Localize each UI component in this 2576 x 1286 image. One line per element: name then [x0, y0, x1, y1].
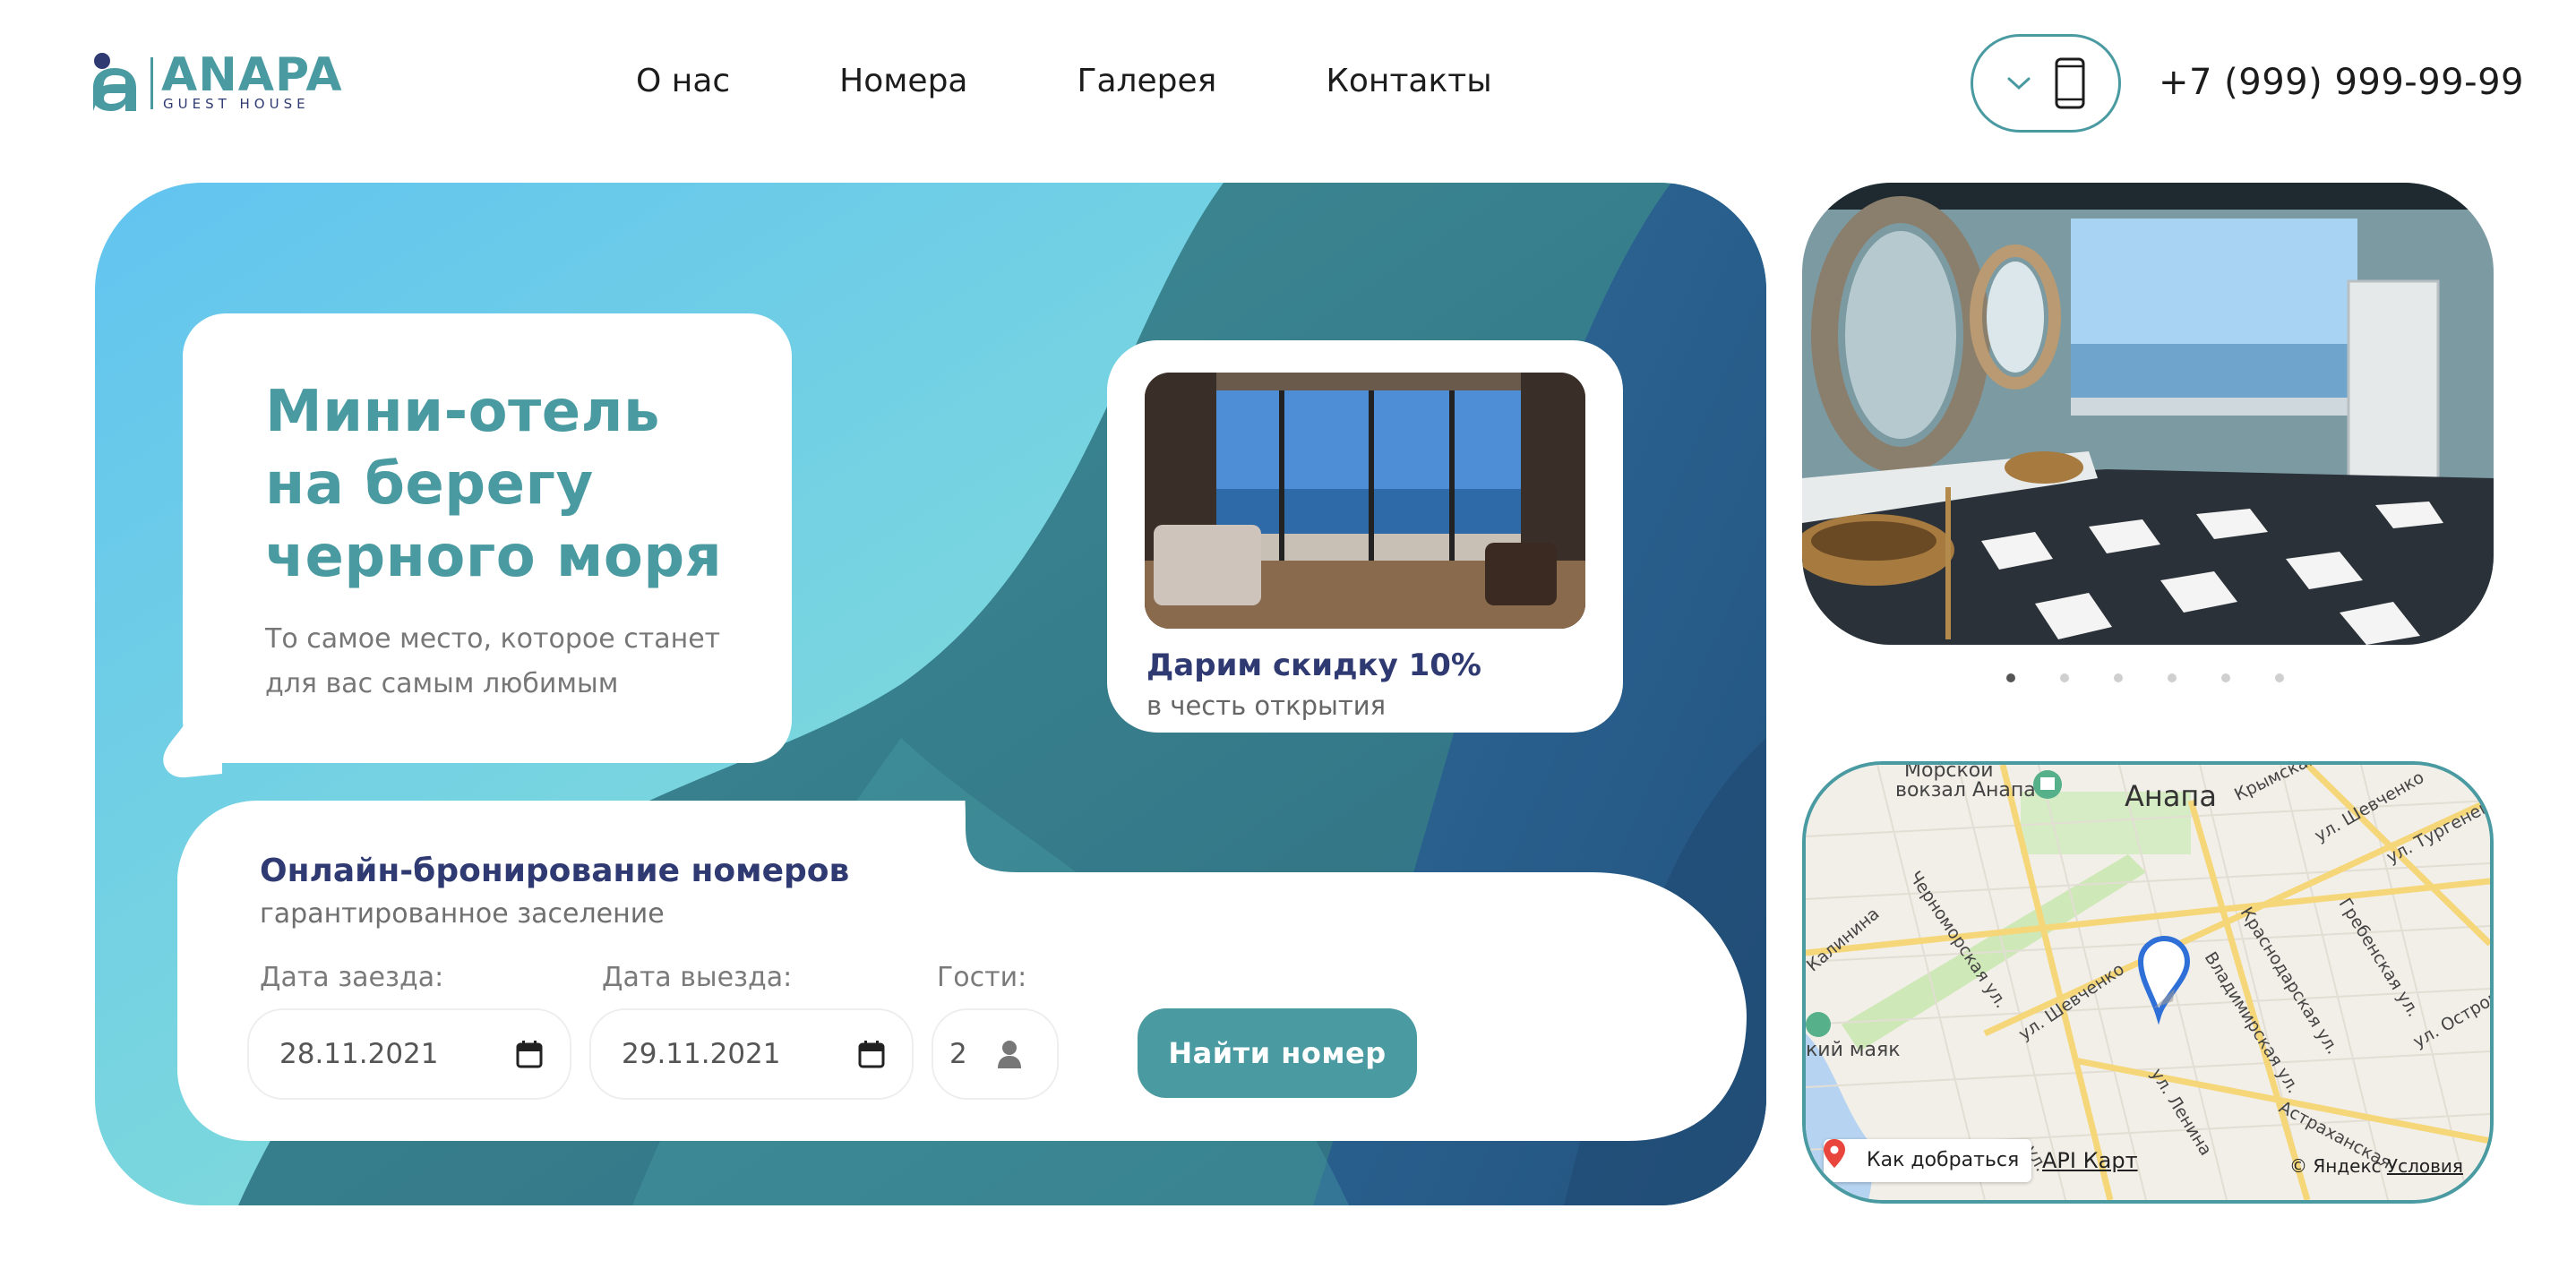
map-route-label: Как добраться	[1867, 1149, 2020, 1171]
nav-item-about[interactable]: О нас	[636, 59, 730, 104]
nav-item-contacts[interactable]: Контакты	[1326, 59, 1491, 104]
promo-subtitle: в честь открытия	[1146, 690, 1387, 721]
map-copyright: © Яндекс Условия	[2289, 1155, 2463, 1177]
phone-dropdown-button[interactable]	[1971, 34, 2121, 133]
chevron-down-icon	[2007, 77, 2031, 90]
mobile-phone-icon	[2055, 57, 2085, 109]
map-poi-label: кий маяк	[1806, 1039, 1901, 1061]
gallery-photo[interactable]	[1802, 183, 2494, 645]
gallery-dot-3[interactable]	[2114, 673, 2123, 682]
hero-title: Мини-отель на берегу черного моря	[265, 379, 723, 590]
gallery-dot-6[interactable]	[2275, 673, 2284, 682]
gallery-dot-2[interactable]	[2060, 673, 2069, 682]
gallery-dot-4[interactable]	[2168, 673, 2177, 682]
intro-card: Мини-отель на берегу черного моря То сам…	[183, 313, 792, 763]
guests-input[interactable]: 2	[932, 1008, 1059, 1100]
map-city-label: Анапа	[2125, 779, 2217, 813]
guests-label: Гости:	[937, 962, 1027, 993]
checkout-date-input[interactable]: 29.11.2021	[589, 1008, 914, 1100]
promo-title: Дарим скидку 10%	[1146, 647, 1481, 683]
logo-divider	[150, 57, 153, 109]
calendar-icon	[516, 1041, 543, 1068]
calendar-icon	[858, 1041, 885, 1068]
location-map[interactable]: Анапа Морской вокзал Анапа кий маяк Крым…	[1802, 761, 2494, 1204]
intro-card-tail	[163, 702, 222, 778]
map-api-link[interactable]: API Карт	[2042, 1148, 2138, 1173]
main-nav: О нас Номера Галерея Контакты	[636, 59, 1492, 104]
gallery-pagination	[2006, 673, 2284, 682]
map-poi-label: вокзал Анапа	[1895, 779, 2036, 802]
booking-title: Онлайн-бронирование номеров	[260, 853, 850, 889]
guests-value: 2	[949, 1038, 967, 1070]
map-pin-icon	[1824, 1139, 1845, 1168]
gallery-dot-1[interactable]	[2006, 673, 2015, 682]
nav-item-rooms[interactable]: Номера	[839, 59, 967, 104]
logo-subtitle: GUEST HOUSE	[163, 96, 310, 112]
map-route-button[interactable]: Как добраться	[1824, 1139, 2032, 1182]
phone-number[interactable]: +7 (999) 999-99-99	[2159, 59, 2524, 106]
map-copyright-text: © Яндекс	[2289, 1155, 2382, 1177]
booking-subtitle: гарантированное заселение	[260, 898, 665, 930]
logo[interactable]: ANAPA GUEST HOUSE	[90, 48, 342, 115]
map-terms-link[interactable]: Условия	[2387, 1155, 2463, 1177]
nav-item-gallery[interactable]: Галерея	[1078, 59, 1217, 104]
checkout-date-value: 29.11.2021	[622, 1038, 781, 1070]
promo-room-photo	[1145, 373, 1585, 629]
checkin-label: Дата заезда:	[260, 962, 444, 993]
checkout-label: Дата выезда:	[602, 962, 793, 993]
logo-mark-icon	[93, 53, 136, 111]
checkin-date-input[interactable]: 28.11.2021	[247, 1008, 571, 1100]
find-room-button[interactable]: Найти номер	[1138, 1008, 1417, 1098]
checkin-date-value: 28.11.2021	[279, 1038, 439, 1070]
person-icon	[998, 1041, 1021, 1068]
hero-subtitle: То самое место, которое станет для вас с…	[265, 623, 721, 699]
hero-banner: Мини-отель на берегу черного моря То сам…	[95, 183, 1766, 1205]
promo-card[interactable]: Дарим скидку 10% в честь открытия	[1107, 340, 1623, 733]
gallery-dot-5[interactable]	[2221, 673, 2230, 682]
logo-title: ANAPA	[161, 48, 343, 102]
